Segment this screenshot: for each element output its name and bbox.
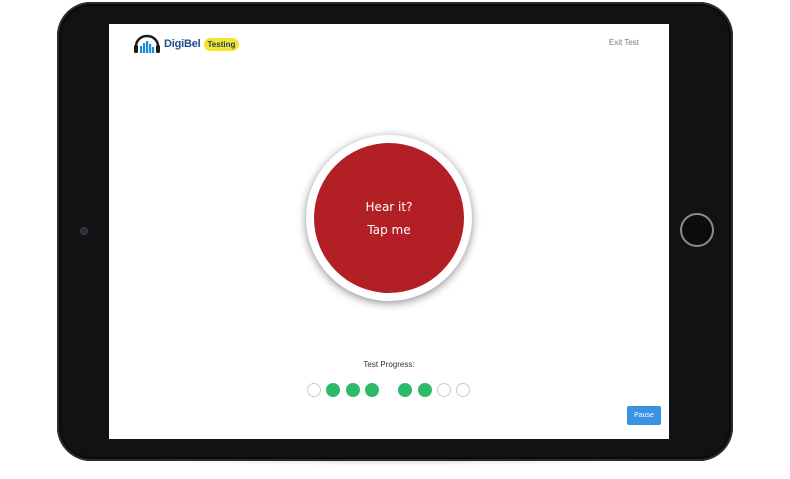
- progress-dot-done: [326, 383, 340, 397]
- progress-dot-pending: [456, 383, 470, 397]
- testing-badge: Testing: [203, 37, 240, 51]
- progress-dot-done: [398, 383, 412, 397]
- app-logo: DigiBel Testing: [133, 33, 240, 55]
- progress-dot-pending: [437, 383, 451, 397]
- stage: DigiBel Testing Exit Test Hear it? Tap m…: [0, 0, 790, 479]
- progress-dot-done: [418, 383, 432, 397]
- home-button[interactable]: [680, 213, 714, 247]
- logo-text: DigiBel: [164, 38, 201, 50]
- tap-button-ring: Hear it? Tap me: [306, 135, 472, 301]
- tap-button-action: Tap me: [367, 222, 411, 237]
- progress-label: Test Progress:: [363, 360, 415, 369]
- tap-button-prompt: Hear it?: [365, 199, 413, 214]
- hear-it-tap-button[interactable]: Hear it? Tap me: [314, 143, 464, 293]
- exit-test-link[interactable]: Exit Test: [609, 38, 639, 47]
- camera-icon: [81, 228, 87, 234]
- progress-dot-done: [346, 383, 360, 397]
- headphones-equalizer-icon: [134, 34, 160, 53]
- progress-dot-done: [365, 383, 379, 397]
- app-screen: DigiBel Testing Exit Test Hear it? Tap m…: [109, 24, 669, 439]
- pause-button[interactable]: Pause: [627, 406, 661, 425]
- progress-dot-pending: [307, 383, 321, 397]
